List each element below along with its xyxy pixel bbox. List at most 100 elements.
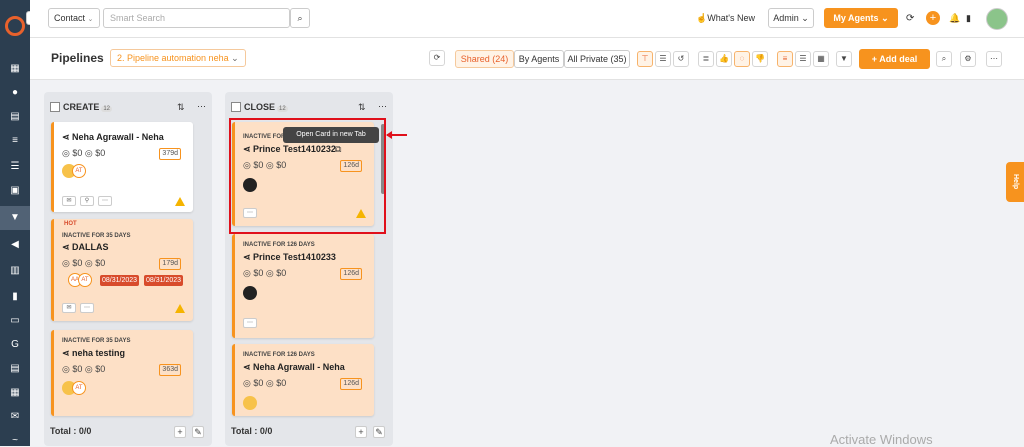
dashboard-icon[interactable]: ▦ bbox=[9, 64, 21, 74]
inactive-label: INACTIVE FOR 35 DAYS bbox=[62, 338, 131, 344]
search-icon[interactable]: ⌕ bbox=[936, 51, 952, 67]
add-card-button[interactable]: + bbox=[355, 426, 367, 438]
open-icon[interactable]: ◌ bbox=[734, 51, 750, 67]
search-input[interactable]: Smart Search bbox=[103, 8, 290, 28]
sort-icon[interactable]: ⇅ bbox=[358, 102, 366, 113]
contact-select[interactable]: Contact ⌄ bbox=[48, 8, 100, 28]
profile-icon[interactable]: ▣ bbox=[9, 186, 21, 196]
pipeline-view-icon[interactable]: ⊤ bbox=[637, 51, 653, 67]
add-card-button[interactable]: + bbox=[174, 426, 186, 438]
list-view-icon[interactable]: ☰ bbox=[655, 51, 671, 67]
all-deals-icon[interactable]: ≣ bbox=[698, 51, 714, 67]
card-title[interactable]: ⋖ neha testing bbox=[62, 348, 125, 359]
admin-select[interactable]: Admin ⌄ bbox=[768, 8, 814, 28]
reports-icon[interactable]: ▥ bbox=[9, 266, 21, 276]
won-icon[interactable]: 👍 bbox=[716, 51, 732, 67]
column-total: Total : 0/0 bbox=[231, 426, 273, 436]
card-title[interactable]: ⋖ DALLAS bbox=[62, 242, 109, 253]
my-agents-button[interactable]: My Agents ⌄ bbox=[824, 8, 898, 28]
refresh-icon[interactable]: ⟳ bbox=[429, 50, 445, 66]
avatar-initials: AT bbox=[78, 273, 92, 287]
history-icon[interactable]: ↺ bbox=[673, 51, 689, 67]
whats-new-link[interactable]: ☝What's New bbox=[696, 13, 755, 24]
edit-icon[interactable]: ✎ bbox=[373, 426, 385, 438]
add-icon[interactable]: + bbox=[926, 11, 940, 25]
help-tab[interactable]: Help bbox=[1006, 162, 1024, 202]
pipeline-select[interactable]: 2. Pipeline automation neha ⌄ bbox=[110, 49, 246, 67]
activate-windows-watermark: Activate Windows bbox=[830, 432, 933, 447]
column-menu-icon[interactable]: ⋯ bbox=[197, 101, 206, 112]
edit-icon[interactable]: ✎ bbox=[192, 426, 204, 438]
column-total: Total : 0/0 bbox=[50, 426, 92, 436]
avatar-initials: AT bbox=[72, 381, 86, 395]
chart-icon[interactable]: ▮ bbox=[9, 292, 21, 302]
days-badge: 363d bbox=[159, 364, 181, 376]
column-header: CLOSE 12 ⇅ ⋯ bbox=[225, 92, 393, 120]
sidebar: ▦ ● ▤ ≡ ☰ ▣ ▼ ◀ ▥ ▮ ▭ G ▤ ▦ ✉ ~ bbox=[0, 0, 30, 446]
search-icon[interactable]: ⌕ bbox=[290, 8, 310, 28]
by-agents-filter[interactable]: By Agents bbox=[514, 50, 564, 68]
all-private-filter[interactable]: All Private (35) bbox=[564, 50, 630, 68]
deal-card[interactable]: INACTIVE FOR 126 DAYS ⋖ Neha Agrawall - … bbox=[232, 344, 374, 416]
open-card-tooltip: Open Card in new Tab bbox=[283, 127, 379, 143]
inactive-label: INACTIVE FOR 35 DAYS bbox=[62, 233, 131, 239]
megaphone-icon[interactable]: ◀ bbox=[9, 240, 21, 250]
grid-view-icon[interactable]: ▦ bbox=[813, 51, 829, 67]
card-title[interactable]: ⋖ Neha Agrawall - Neha bbox=[243, 362, 345, 373]
calculator-icon[interactable]: ▮ bbox=[966, 13, 971, 24]
user-avatar[interactable] bbox=[986, 8, 1008, 30]
inactive-label: INACTIVE FOR 126 DAYS bbox=[243, 242, 315, 248]
sort-icon[interactable]: ⇅ bbox=[177, 102, 185, 113]
inactive-label: INACTIVE FOR 126 DAYS bbox=[243, 352, 315, 358]
card-amounts: ◎ $0 ◎ $0 bbox=[62, 364, 106, 374]
column-create: CREATE 12 ⇅ ⋯ ⋖ Neha Agrawall - Neha ◎ $0… bbox=[44, 92, 212, 446]
deal-card[interactable]: ⋖ Neha Agrawall - Neha ◎ $0 ◎ $0 379d AT… bbox=[51, 122, 193, 212]
signature-icon[interactable]: ~ bbox=[9, 436, 21, 446]
lost-icon[interactable]: 👎 bbox=[752, 51, 768, 67]
deal-card[interactable]: HOT INACTIVE FOR 35 DAYS ⋖ DALLAS ◎ $0 ◎… bbox=[51, 219, 193, 321]
email-icon[interactable]: ✉ bbox=[62, 303, 76, 313]
compact-view-icon[interactable]: ≡ bbox=[777, 51, 793, 67]
more-icon[interactable]: ⋯ bbox=[243, 318, 257, 328]
app-logo[interactable] bbox=[5, 16, 25, 36]
mail-icon[interactable]: ✉ bbox=[9, 412, 21, 422]
deal-card[interactable]: INACTIVE FOR 126 DAYS ⋖ Prince Test14102… bbox=[232, 234, 374, 338]
google-icon[interactable]: G bbox=[9, 340, 21, 350]
column-title: CLOSE 12 bbox=[244, 102, 288, 112]
tasks-icon[interactable]: ≡ bbox=[9, 136, 21, 146]
location-icon[interactable]: ⚲ bbox=[80, 196, 94, 206]
warning-icon bbox=[175, 304, 185, 313]
refresh-icon[interactable]: ⟳ bbox=[906, 13, 914, 24]
card-title[interactable]: ⋖ Prince Test1410233 bbox=[243, 252, 336, 263]
days-badge: 126d bbox=[340, 378, 362, 390]
notes-icon[interactable]: ▤ bbox=[9, 364, 21, 374]
date-badge: 08/31/2023 bbox=[100, 275, 140, 286]
avatar bbox=[243, 286, 257, 300]
bell-icon[interactable]: 🔔 bbox=[949, 13, 960, 24]
documents-icon[interactable]: ▤ bbox=[9, 112, 21, 122]
folder-icon[interactable]: ▭ bbox=[9, 316, 21, 326]
more-icon[interactable]: ⋯ bbox=[98, 196, 112, 206]
shared-filter[interactable]: Shared (24) bbox=[455, 50, 514, 68]
email-icon[interactable]: ✉ bbox=[62, 196, 76, 206]
card-amounts: ◎ $0 ◎ $0 bbox=[243, 378, 287, 388]
deal-card[interactable]: INACTIVE FOR 35 DAYS ⋖ neha testing ◎ $0… bbox=[51, 330, 193, 416]
settings-icon[interactable]: ⚙ bbox=[960, 51, 976, 67]
column-menu-icon[interactable]: ⋯ bbox=[378, 101, 387, 112]
card-title[interactable]: ⋖ Neha Agrawall - Neha bbox=[62, 132, 164, 143]
list-icon[interactable]: ☰ bbox=[9, 162, 21, 172]
more-icon[interactable]: ⋯ bbox=[80, 303, 94, 313]
card-amounts: ◎ $0 ◎ $0 bbox=[62, 148, 106, 158]
medium-view-icon[interactable]: ☰ bbox=[795, 51, 811, 67]
add-deal-button[interactable]: + Add deal bbox=[859, 49, 930, 69]
hot-badge: HOT bbox=[64, 221, 77, 227]
pipeline-icon[interactable]: ▼ bbox=[0, 206, 30, 230]
days-badge: 179d bbox=[159, 258, 181, 270]
contacts-icon[interactable]: ● bbox=[9, 88, 21, 98]
select-column-checkbox[interactable] bbox=[231, 102, 241, 112]
pipeline-toolbar: Pipelines 2. Pipeline automation neha ⌄ … bbox=[30, 38, 1024, 80]
more-icon[interactable]: ⋯ bbox=[986, 51, 1002, 67]
filter-icon[interactable]: ▼ bbox=[836, 51, 852, 67]
select-column-checkbox[interactable] bbox=[50, 102, 60, 112]
calendar-icon[interactable]: ▦ bbox=[9, 388, 21, 398]
